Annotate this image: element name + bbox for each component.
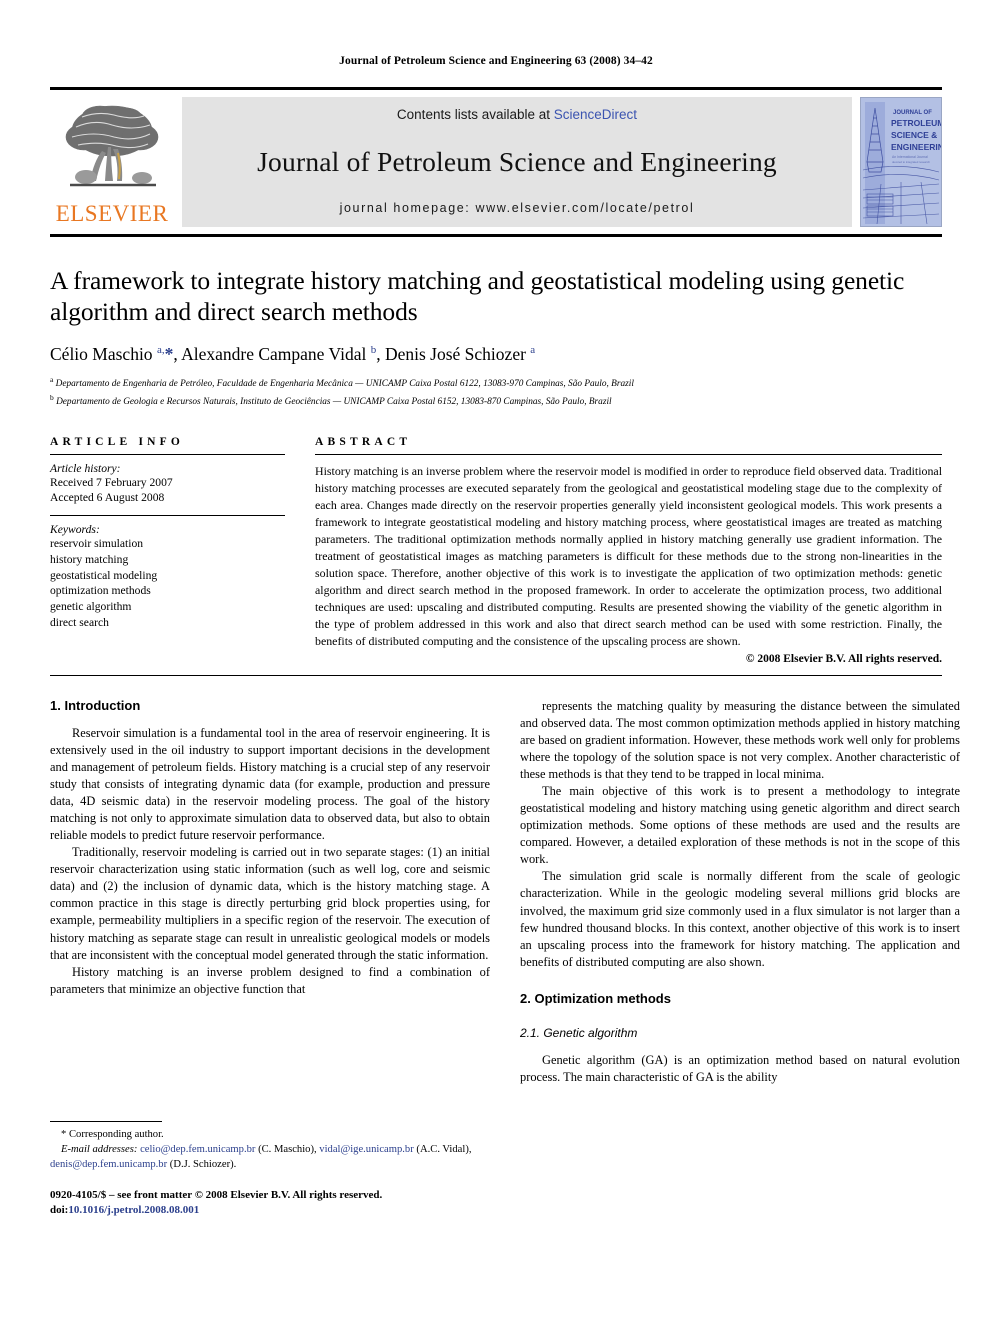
paragraph: Traditionally, reservoir modeling is car… xyxy=(50,845,490,962)
paragraph: The main objective of this work is to pr… xyxy=(520,784,960,867)
email-link[interactable]: celio@dep.fem.unicamp.br xyxy=(140,1144,255,1155)
abstract-heading: ABSTRACT xyxy=(315,435,412,448)
keyword-item: direct search xyxy=(50,615,109,629)
paragraph: History matching is an inverse problem d… xyxy=(50,964,490,996)
affiliation-b: b Departamento de Geologia e Recursos Na… xyxy=(50,392,942,410)
doi-label: doi: xyxy=(50,1203,69,1216)
svg-text:ENGINEERING: ENGINEERING xyxy=(891,142,941,152)
author-list: Célio Maschio a,*, Alexandre Campane Vid… xyxy=(50,343,536,364)
elsevier-logo: ELSEVIER xyxy=(50,97,174,227)
keyword-item: history matching xyxy=(50,552,129,566)
elsevier-tree-icon xyxy=(56,97,168,201)
received-date: Received 7 February 2007 xyxy=(50,475,173,489)
corresponding-author-note: * Corresponding author. xyxy=(50,1128,490,1143)
running-head: Journal of Petroleum Science and Enginee… xyxy=(339,55,653,67)
paragraph: The simulation grid scale is normally di… xyxy=(520,869,960,969)
left-column: 1. Introduction Reservoir simulation is … xyxy=(50,698,490,1218)
journal-homepage-link[interactable]: journal homepage: www.elsevier.com/locat… xyxy=(340,201,695,215)
contents-prefix: Contents lists available at xyxy=(396,107,551,122)
article-page: Journal of Petroleum Science and Enginee… xyxy=(0,0,992,1323)
issn-front-matter: 0920-4105/$ – see front matter © 2008 El… xyxy=(50,1188,383,1201)
paragraph: represents the matching quality by measu… xyxy=(520,698,960,782)
right-column: represents the matching quality by measu… xyxy=(520,698,960,1218)
email-addresses-note: E-mail addresses: celio@dep.fem.unicamp.… xyxy=(50,1143,472,1170)
contents-available-line: Contents lists available at ScienceDirec… xyxy=(397,107,637,122)
email-link[interactable]: vidal@ige.unicamp.br xyxy=(319,1144,413,1155)
sciencedirect-link[interactable]: ScienceDirect xyxy=(554,107,637,122)
corresponding-marker: * xyxy=(61,1129,67,1141)
paragraph: Genetic algorithm (GA) is an optimizatio… xyxy=(520,1052,960,1084)
svg-text:devoted to integrated research: devoted to integrated research xyxy=(892,160,930,164)
page-title: A framework to integrate history matchin… xyxy=(50,266,905,327)
keyword-item: optimization methods xyxy=(50,584,151,598)
svg-text:PETROLEUM: PETROLEUM xyxy=(891,118,941,128)
footnote-divider xyxy=(50,1121,162,1123)
subsection-heading-genetic-algorithm: 2.1. Genetic algorithm xyxy=(520,1025,638,1040)
affiliation-text-a: Departamento de Engenharia de Petróleo, … xyxy=(55,378,634,389)
affiliation-mark-b: b xyxy=(50,392,54,402)
section-heading-introduction: 1. Introduction xyxy=(50,697,141,713)
email-link[interactable]: denis@dep.fem.unicamp.br xyxy=(50,1159,167,1170)
affiliation-text-b: Departamento de Geologia e Recursos Natu… xyxy=(56,396,612,407)
body-columns: 1. Introduction Reservoir simulation is … xyxy=(50,698,960,1218)
elsevier-wordmark: ELSEVIER xyxy=(55,201,169,226)
email-label: E-mail addresses: xyxy=(61,1143,138,1155)
article-info-column: ARTICLE INFO Article history: Received 7… xyxy=(50,436,285,665)
keyword-item: geostatistical modeling xyxy=(50,568,158,582)
email-owner: (D.J. Schiozer) xyxy=(169,1158,234,1170)
imprint-block: 0920-4105/$ – see front matter © 2008 El… xyxy=(50,1188,490,1218)
email-owner: (A.C. Vidal) xyxy=(416,1143,469,1155)
journal-cover-thumbnail: JOURNAL OF PETROLEUM SCIENCE & ENGINEERI… xyxy=(860,97,942,227)
abstract-text: History matching is an inverse problem w… xyxy=(315,463,942,648)
email-owner: (C. Maschio) xyxy=(258,1143,314,1155)
journal-title: Journal of Petroleum Science and Enginee… xyxy=(257,145,777,177)
article-history-group: Article history: Received 7 February 200… xyxy=(50,455,285,515)
footnote-block: * Corresponding author. E-mail addresses… xyxy=(50,1121,490,1218)
paragraph: Reservoir simulation is a fundamental to… xyxy=(50,725,490,843)
keyword-item: genetic algorithm xyxy=(50,600,132,614)
section-heading-optimization-methods: 2. Optimization methods xyxy=(520,990,671,1006)
svg-text:SCIENCE &: SCIENCE & xyxy=(891,130,937,140)
affiliation-a: a Departamento de Engenharia de Petróleo… xyxy=(50,374,942,392)
doi-line: doi:10.1016/j.petrol.2008.08.001 xyxy=(50,1203,490,1218)
journal-masthead: ELSEVIER Contents lists available at Sci… xyxy=(50,87,942,237)
copyright-line: © 2008 Elsevier B.V. All rights reserved… xyxy=(745,652,942,665)
title-block: A framework to integrate history matchin… xyxy=(50,237,942,410)
keywords-group: Keywords: reservoir simulation history m… xyxy=(50,516,285,640)
article-history-label: Article history: xyxy=(50,461,121,475)
info-abstract-region: ARTICLE INFO Article history: Received 7… xyxy=(50,436,942,676)
svg-text:JOURNAL OF: JOURNAL OF xyxy=(893,110,932,116)
affiliation-mark-a: a xyxy=(50,374,54,384)
corresponding-text: Corresponding author. xyxy=(68,1129,164,1141)
keyword-item: reservoir simulation xyxy=(50,537,144,551)
svg-text:An International Journal: An International Journal xyxy=(892,155,928,159)
journal-band: Contents lists available at ScienceDirec… xyxy=(182,97,852,227)
keywords-label: Keywords: xyxy=(50,523,100,537)
abstract-column: ABSTRACT History matching is an inverse … xyxy=(315,436,942,665)
accepted-date: Accepted 6 August 2008 xyxy=(50,491,165,505)
doi-link[interactable]: 10.1016/j.petrol.2008.08.001 xyxy=(68,1204,199,1216)
article-info-heading: ARTICLE INFO xyxy=(50,435,185,448)
